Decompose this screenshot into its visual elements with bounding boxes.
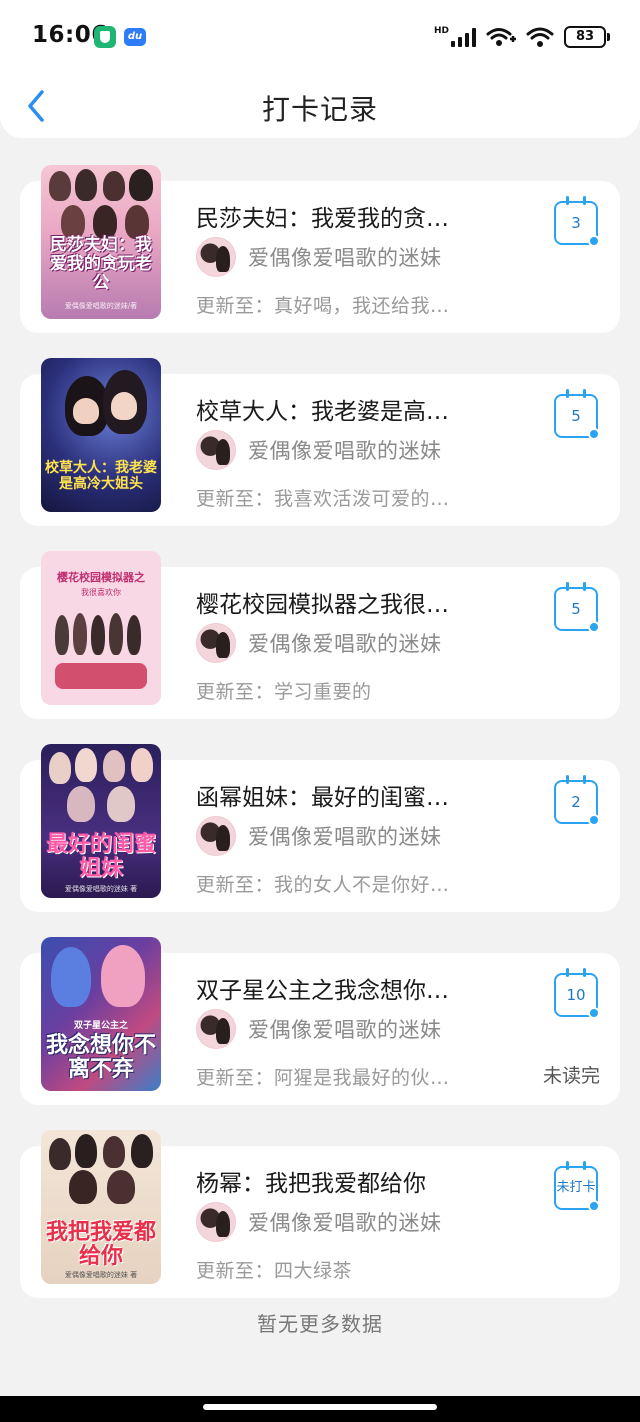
- book-cover[interactable]: 最好的闺蜜姐妹 爱偶像爱唱歌的迷妹 著: [41, 744, 161, 898]
- record-card[interactable]: 民莎夫妇：我爱我的贪玩老公 爱偶像爱唱歌的迷妹/著 民莎夫妇：我爱我的贪… 爱偶…: [20, 165, 620, 333]
- cover-title: 校草大人：我老婆是高冷大姐头: [45, 460, 157, 492]
- author-row: 爱偶像爱唱歌的迷妹: [196, 430, 442, 470]
- latest-update: 更新至：阿猩是我最好的伙…: [196, 1067, 450, 1089]
- cover-subtitle: 双子星公主之: [73, 1021, 128, 1031]
- cover-title: 我念想你不离不弃: [45, 1032, 156, 1082]
- checkin-status: 未打卡: [556, 1180, 596, 1195]
- author-avatar: [196, 623, 236, 663]
- reading-status-label: 未读完: [542, 1065, 600, 1087]
- nav-bar: 打卡记录: [0, 72, 640, 138]
- author-name: 爱偶像爱唱歌的迷妹: [248, 1018, 442, 1042]
- author-row: 爱偶像爱唱歌的迷妹: [196, 623, 442, 663]
- author-row: 爱偶像爱唱歌的迷妹: [196, 1202, 442, 1242]
- latest-update: 更新至：四大绿茶: [196, 1260, 353, 1282]
- cover-title: 最好的闺蜜姐妹: [45, 831, 156, 881]
- book-title: 民莎夫妇：我爱我的贪…: [196, 206, 449, 232]
- battery-icon: 83: [564, 26, 610, 48]
- cover-author: 爱偶像爱唱歌的迷妹/著: [64, 302, 138, 310]
- record-card[interactable]: 我把我爱都给你 爱偶像爱唱歌的迷妹 著 杨幂：我把我爱都给你 爱偶像爱唱歌的迷妹…: [20, 1130, 620, 1298]
- check-badge-icon: [588, 621, 600, 633]
- security-app-icon: [94, 26, 116, 48]
- cover-title: 樱花校园模拟器之: [57, 571, 145, 584]
- checkin-count: 5: [571, 600, 581, 618]
- book-title: 双子星公主之我念想你…: [196, 978, 449, 1004]
- hd-network-label: HD: [433, 26, 449, 36]
- check-badge-icon: [588, 235, 600, 247]
- wifi-icon: [526, 27, 554, 47]
- checkin-count: 2: [571, 793, 581, 811]
- checkin-calendar-icon[interactable]: 5: [554, 389, 600, 440]
- no-more-data-label: 暂无更多数据: [257, 1312, 383, 1336]
- author-row: 爱偶像爱唱歌的迷妹: [196, 1009, 442, 1049]
- checkin-count: 3: [571, 214, 581, 232]
- book-cover[interactable]: 樱花校园模拟器之 我很喜欢你: [41, 551, 161, 705]
- author-name: 爱偶像爱唱歌的迷妹: [248, 825, 442, 849]
- cover-subtitle: 我很喜欢你: [81, 588, 121, 597]
- book-cover[interactable]: 民莎夫妇：我爱我的贪玩老公 爱偶像爱唱歌的迷妹/著: [41, 165, 161, 319]
- checkin-calendar-icon[interactable]: 2: [554, 775, 600, 826]
- record-card[interactable]: 校草大人：我老婆是高冷大姐头 校草大人：我老婆是高… 爱偶像爱唱歌的迷妹 更新至…: [20, 358, 620, 526]
- author-avatar: [196, 1202, 236, 1242]
- checkin-calendar-icon[interactable]: 5: [554, 582, 600, 633]
- book-title: 函幂姐妹：最好的闺蜜…: [196, 785, 449, 811]
- author-row: 爱偶像爱唱歌的迷妹: [196, 237, 442, 277]
- author-name: 爱偶像爱唱歌的迷妹: [248, 632, 442, 656]
- book-cover[interactable]: 我把我爱都给你 爱偶像爱唱歌的迷妹 著: [41, 1130, 161, 1284]
- book-title: 杨幂：我把我爱都给你: [196, 1171, 426, 1197]
- author-name: 爱偶像爱唱歌的迷妹: [248, 439, 442, 463]
- cover-title: 我把我爱都给你: [45, 1219, 156, 1269]
- signal-icon: [451, 27, 476, 47]
- record-card[interactable]: 双子星公主之 我念想你不离不弃 双子星公主之我念想你… 爱偶像爱唱歌的迷妹 更新…: [20, 937, 620, 1105]
- latest-update: 更新至：真好喝，我还给我…: [196, 295, 450, 317]
- check-badge-icon: [588, 1200, 600, 1212]
- checkin-records-page: 16:06 du HD 83 打卡记录 民莎夫妇：我爱我的贪玩老公 爱偶像爱唱歌…: [0, 0, 640, 1422]
- book-cover[interactable]: 校草大人：我老婆是高冷大姐头: [41, 358, 161, 512]
- record-card[interactable]: 樱花校园模拟器之 我很喜欢你 樱花校园模拟器之我很… 爱偶像爱唱歌的迷妹 更新至…: [20, 551, 620, 719]
- check-badge-icon: [588, 428, 600, 440]
- author-name: 爱偶像爱唱歌的迷妹: [248, 1211, 442, 1235]
- book-title: 校草大人：我老婆是高…: [196, 399, 449, 425]
- record-card[interactable]: 最好的闺蜜姐妹 爱偶像爱唱歌的迷妹 著 函幂姐妹：最好的闺蜜… 爱偶像爱唱歌的迷…: [20, 744, 620, 912]
- checkin-calendar-icon[interactable]: 未打卡: [554, 1161, 600, 1212]
- gesture-bar: [0, 1396, 640, 1422]
- book-title: 樱花校园模拟器之我很…: [196, 592, 449, 618]
- checkin-calendar-icon[interactable]: 10: [554, 968, 600, 1019]
- author-name: 爱偶像爱唱歌的迷妹: [248, 246, 442, 270]
- latest-update: 更新至：我的女人不是你好…: [196, 874, 450, 896]
- checkin-count: 10: [566, 986, 586, 1004]
- wifi-plus-icon: [486, 28, 516, 46]
- latest-update: 更新至：我喜欢活泼可爱的…: [196, 488, 450, 510]
- cover-author: 爱偶像爱唱歌的迷妹 著: [64, 1271, 138, 1279]
- author-avatar: [196, 1009, 236, 1049]
- check-badge-icon: [588, 814, 600, 826]
- checkin-calendar-icon[interactable]: 3: [554, 196, 600, 247]
- page-title: 打卡记录: [261, 93, 378, 126]
- book-cover[interactable]: 双子星公主之 我念想你不离不弃: [41, 937, 161, 1091]
- check-badge-icon: [588, 1007, 600, 1019]
- cover-title: 民莎夫妇：我爱我的贪玩老公: [50, 235, 152, 293]
- latest-update: 更新至：学习重要的: [196, 681, 372, 703]
- home-indicator[interactable]: [203, 1404, 437, 1410]
- author-avatar: [196, 430, 236, 470]
- author-avatar: [196, 816, 236, 856]
- checkin-count: 5: [571, 407, 581, 425]
- author-avatar: [196, 237, 236, 277]
- status-bar: 16:06 du HD 83: [0, 0, 640, 72]
- cover-author: 爱偶像爱唱歌的迷妹 著: [64, 885, 138, 893]
- author-row: 爱偶像爱唱歌的迷妹: [196, 816, 442, 856]
- baidu-app-icon: du: [124, 28, 146, 46]
